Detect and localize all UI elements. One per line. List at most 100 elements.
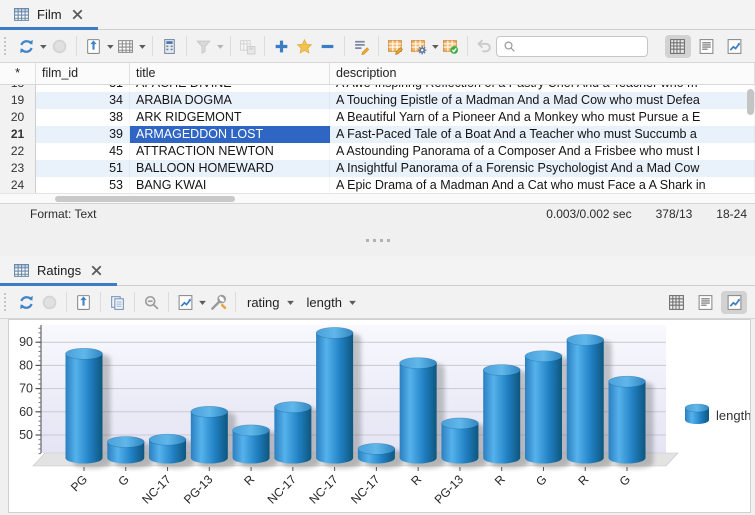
filter-button[interactable] bbox=[192, 34, 215, 58]
cell-title[interactable]: BANG KWAI bbox=[130, 177, 330, 193]
cell-title[interactable]: ATTRACTION NEWTON bbox=[130, 143, 330, 160]
cell-description[interactable]: A Insightful Panorama of a Forensic Psyc… bbox=[330, 160, 755, 177]
refresh-button[interactable] bbox=[15, 290, 38, 314]
stop-button[interactable] bbox=[38, 290, 61, 314]
column-header-description[interactable]: description bbox=[330, 63, 755, 84]
edit-grid-button[interactable] bbox=[384, 34, 407, 58]
save-rows-button[interactable] bbox=[236, 34, 259, 58]
ratings-toolbar: rating length bbox=[0, 286, 755, 319]
chart-settings-button[interactable] bbox=[207, 290, 230, 314]
separator bbox=[264, 36, 265, 56]
x-tick-label: G bbox=[533, 472, 550, 489]
cell-film-id[interactable]: 39 bbox=[36, 126, 130, 143]
view-text-button[interactable] bbox=[694, 35, 719, 58]
favorites-button[interactable] bbox=[293, 34, 316, 58]
cell-film-id[interactable]: 34 bbox=[36, 92, 130, 109]
row-number[interactable]: 20 bbox=[0, 109, 36, 126]
view-grid-button[interactable] bbox=[663, 291, 689, 314]
chart-bar bbox=[525, 351, 570, 469]
cell-film-id[interactable]: 45 bbox=[36, 143, 130, 160]
ratings-panel: Ratings rating lengt bbox=[0, 256, 755, 515]
chevron-down-icon[interactable] bbox=[138, 42, 147, 51]
view-text-button[interactable] bbox=[692, 291, 718, 314]
view-grid-button[interactable] bbox=[665, 35, 690, 58]
close-icon[interactable] bbox=[88, 262, 105, 279]
view-chart-button[interactable] bbox=[722, 35, 747, 58]
table-row: 2245ATTRACTION NEWTONA Astounding Panora… bbox=[0, 143, 755, 160]
chevron-down-icon[interactable] bbox=[431, 42, 440, 51]
refresh-button[interactable] bbox=[15, 34, 38, 58]
cell-film-id[interactable]: 31 bbox=[36, 85, 130, 92]
cell-film-id[interactable]: 53 bbox=[36, 177, 130, 193]
cell-description[interactable]: A Beautiful Yarn of a Pioneer And a Monk… bbox=[330, 109, 755, 126]
zoom-out-button[interactable] bbox=[140, 290, 163, 314]
horizontal-scrollbar[interactable] bbox=[0, 193, 755, 203]
cell-film-id[interactable]: 51 bbox=[36, 160, 130, 177]
chevron-down-icon[interactable] bbox=[198, 298, 207, 307]
row-number[interactable]: 24 bbox=[0, 177, 36, 193]
grid-settings-button[interactable] bbox=[407, 34, 430, 58]
cell-title[interactable]: ARK RIDGEMONT bbox=[130, 109, 330, 126]
export-button[interactable] bbox=[72, 290, 95, 314]
column-header-rownum[interactable]: * bbox=[0, 63, 36, 84]
cell-description[interactable]: A Touching Epistle of a Madman And a Mad… bbox=[330, 92, 755, 109]
chevron-down-icon[interactable] bbox=[39, 42, 48, 51]
calc-panel-button[interactable] bbox=[158, 34, 181, 58]
cell-description[interactable]: A Fast-Paced Tale of a Boat And a Teache… bbox=[330, 126, 755, 143]
vertical-scrollbar[interactable] bbox=[747, 89, 754, 115]
x-tick-label: PG-13 bbox=[181, 472, 216, 507]
text-view-icon bbox=[698, 38, 715, 55]
toolbar-grip[interactable] bbox=[4, 37, 10, 55]
chart-bar bbox=[483, 365, 528, 469]
film-grid: *film_idtitledescription 1831APACHE DIVI… bbox=[0, 63, 755, 203]
sash-handle-dots[interactable] bbox=[366, 239, 390, 242]
stop-button[interactable] bbox=[48, 34, 71, 58]
toolbar-grip[interactable] bbox=[4, 293, 10, 311]
separator bbox=[134, 292, 135, 312]
row-number[interactable]: 22 bbox=[0, 143, 36, 160]
tab-film[interactable]: Film bbox=[0, 0, 98, 29]
cell-title[interactable]: ARABIA DOGMA bbox=[130, 92, 330, 109]
cell-description[interactable]: A Awe-Inspiring Reflection of a Pastry C… bbox=[330, 85, 755, 92]
add-row-button[interactable] bbox=[270, 34, 293, 58]
grid-view-icon bbox=[668, 294, 685, 311]
undo-button[interactable] bbox=[473, 34, 496, 58]
cell-title[interactable]: APACHE DIVINE bbox=[130, 85, 330, 92]
y-axis-select[interactable]: length bbox=[301, 290, 363, 314]
row-number[interactable]: 21 bbox=[0, 126, 36, 143]
x-axis-select[interactable]: rating bbox=[241, 290, 301, 314]
export-button[interactable] bbox=[82, 34, 105, 58]
cell-description[interactable]: A Epic Drama of a Madman And a Cat who m… bbox=[330, 177, 755, 193]
cell-title[interactable]: ARMAGEDDON LOST bbox=[130, 126, 330, 143]
delete-row-button[interactable] bbox=[316, 34, 339, 58]
film-result-panel: Film bbox=[0, 0, 755, 224]
view-chart-button[interactable] bbox=[721, 291, 747, 314]
film-tab-bar: Film bbox=[0, 0, 755, 30]
grid-options-button[interactable] bbox=[114, 34, 137, 58]
cell-film-id[interactable]: 38 bbox=[36, 109, 130, 126]
grid-apply-button[interactable] bbox=[439, 34, 462, 58]
x-tick-label: NC-17 bbox=[139, 472, 174, 507]
tab-ratings[interactable]: Ratings bbox=[0, 256, 117, 285]
edit-value-button[interactable] bbox=[350, 34, 373, 58]
column-header-film_id[interactable]: film_id bbox=[36, 63, 130, 84]
cell-description[interactable]: A Astounding Panorama of a Composer And … bbox=[330, 143, 755, 160]
close-icon[interactable] bbox=[69, 6, 86, 23]
column-header-title[interactable]: title bbox=[130, 63, 330, 84]
copy-button[interactable] bbox=[106, 290, 129, 314]
chart-type-button[interactable] bbox=[174, 290, 197, 314]
row-number[interactable]: 23 bbox=[0, 160, 36, 177]
save-grid-icon bbox=[239, 38, 256, 55]
separator bbox=[467, 36, 468, 56]
scrollbar-thumb[interactable] bbox=[55, 196, 235, 202]
cell-title[interactable]: BALLOON HOMEWARD bbox=[130, 160, 330, 177]
row-number[interactable]: 18 bbox=[0, 85, 36, 92]
x-tick-label: R bbox=[408, 472, 424, 488]
chevron-down-icon[interactable] bbox=[216, 42, 225, 51]
search-input[interactable] bbox=[520, 39, 641, 53]
row-number[interactable]: 19 bbox=[0, 92, 36, 109]
chevron-down-icon[interactable] bbox=[106, 42, 115, 51]
x-tick-label: NC-17 bbox=[265, 472, 300, 507]
splitter-sash[interactable] bbox=[0, 224, 755, 256]
separator bbox=[230, 36, 231, 56]
